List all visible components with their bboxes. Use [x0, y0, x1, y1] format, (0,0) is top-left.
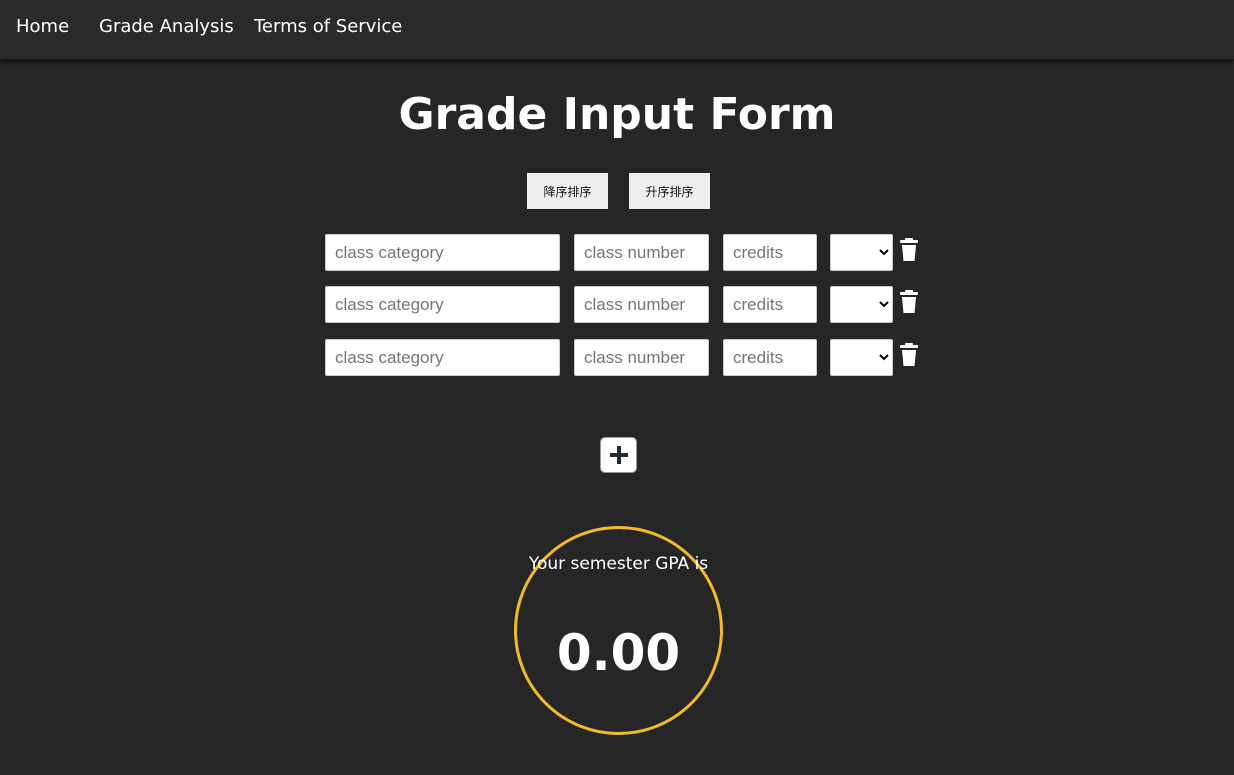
credits-input[interactable]	[723, 234, 817, 271]
grade-select[interactable]	[830, 234, 893, 271]
gpa-display: Your semester GPA is 0.00	[514, 526, 723, 735]
class-category-input[interactable]	[325, 339, 560, 376]
nav-grade-analysis-link[interactable]: Grade Analysis	[99, 16, 234, 38]
page-title: Grade Input Form	[398, 89, 836, 140]
gpa-value: 0.00	[556, 624, 681, 682]
add-row-button[interactable]	[600, 437, 637, 473]
sort-descending-button[interactable]: 降序排序	[527, 173, 608, 209]
class-number-input[interactable]	[574, 339, 709, 376]
grade-select[interactable]	[830, 339, 893, 376]
credits-input[interactable]	[723, 339, 817, 376]
class-number-input[interactable]	[574, 234, 709, 271]
class-category-input[interactable]	[325, 234, 560, 271]
credits-input[interactable]	[723, 286, 817, 323]
class-number-input[interactable]	[574, 286, 709, 323]
nav-home-link[interactable]: Home	[16, 16, 69, 38]
nav-terms-link[interactable]: Terms of Service	[254, 16, 402, 38]
top-navbar: Home Grade Analysis Terms of Service	[0, 0, 1234, 59]
trash-icon[interactable]	[899, 343, 919, 367]
class-category-input[interactable]	[325, 286, 560, 323]
trash-icon[interactable]	[899, 290, 919, 314]
grade-select[interactable]	[830, 286, 893, 323]
plus-icon	[609, 446, 628, 464]
trash-icon[interactable]	[899, 238, 919, 262]
gpa-label: Your semester GPA is	[528, 554, 709, 574]
sort-ascending-button[interactable]: 升序排序	[629, 173, 710, 209]
